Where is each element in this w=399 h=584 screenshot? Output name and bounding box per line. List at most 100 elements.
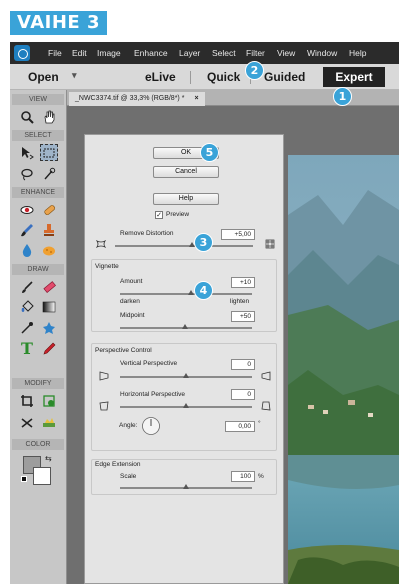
- menu-help[interactable]: Help: [349, 48, 366, 58]
- step-badge-1: 1: [333, 87, 352, 106]
- midpoint-label: Midpoint: [120, 312, 145, 319]
- menu-bar: File Edit Image Enhance Layer Select Fil…: [10, 42, 399, 64]
- horizontal-perspective-input[interactable]: 0: [231, 389, 255, 400]
- section-modify: MODIFY: [12, 378, 64, 389]
- lasso-tool-icon[interactable]: [18, 165, 36, 182]
- vertical-perspective-left-icon: [99, 371, 109, 381]
- vertical-perspective-slider[interactable]: [120, 373, 252, 378]
- midpoint-slider[interactable]: [120, 324, 252, 329]
- menu-filter[interactable]: Filter: [246, 48, 265, 58]
- step-badge-4: 4: [194, 281, 213, 300]
- edge-extension-title: Edge Extension: [95, 461, 141, 468]
- menu-enhance[interactable]: Enhance: [134, 48, 168, 58]
- angle-input[interactable]: 0,00: [225, 421, 255, 432]
- move-tool-icon[interactable]: [18, 144, 36, 161]
- horizontal-perspective-slider[interactable]: [120, 403, 252, 408]
- mode-expert[interactable]: Expert: [323, 67, 385, 87]
- horizontal-perspective-right-icon: [261, 401, 271, 411]
- open-dropdown-icon[interactable]: ▾: [72, 70, 77, 81]
- slider-thumb[interactable]: [183, 373, 189, 378]
- color-picker-tool-icon[interactable]: [18, 319, 36, 336]
- vertical-perspective-label: Vertical Perspective: [120, 360, 178, 367]
- section-draw: DRAW: [12, 264, 64, 275]
- scale-label: Scale: [120, 473, 137, 480]
- app-logo-icon[interactable]: [14, 45, 30, 61]
- menu-window[interactable]: Window: [307, 48, 337, 58]
- background-color-swatch[interactable]: [33, 467, 51, 485]
- tool-panel: VIEW SELECT ENHANCE DRAW T MODIFY COLOR …: [10, 90, 67, 584]
- amount-label: Amount: [120, 278, 143, 285]
- sponge-tool-icon[interactable]: [40, 241, 58, 258]
- red-eye-tool-icon[interactable]: [18, 201, 36, 218]
- open-button[interactable]: Open: [28, 70, 59, 84]
- angle-dial-icon[interactable]: [141, 416, 161, 436]
- menu-layer[interactable]: Layer: [179, 48, 200, 58]
- type-tool-icon[interactable]: T: [18, 339, 36, 358]
- document-tab-title: _NWC3374.tif @ 33,3% (RGB/8*) *: [75, 95, 185, 102]
- menu-edit[interactable]: Edit: [72, 48, 87, 58]
- remove-distortion-slider[interactable]: [115, 242, 253, 247]
- help-button[interactable]: Help: [153, 193, 219, 205]
- content-aware-move-tool-icon[interactable]: [18, 413, 36, 430]
- slider-thumb[interactable]: [182, 324, 188, 329]
- vignette-title: Vignette: [95, 263, 119, 270]
- slider-thumb[interactable]: [183, 484, 189, 489]
- gradient-tool-icon[interactable]: [40, 298, 58, 315]
- default-colors-icon[interactable]: [21, 476, 27, 482]
- paint-bucket-tool-icon[interactable]: [18, 298, 36, 315]
- percent-symbol: %: [258, 473, 264, 480]
- straighten-tool-icon[interactable]: [40, 413, 58, 430]
- section-select: SELECT: [12, 130, 64, 141]
- clone-stamp-tool-icon[interactable]: [40, 221, 58, 238]
- remove-distortion-label: Remove Distortion: [120, 230, 174, 237]
- brush-tool-icon[interactable]: [18, 278, 36, 295]
- mode-divider: [190, 71, 191, 84]
- smart-brush-tool-icon[interactable]: [18, 221, 36, 238]
- horizontal-perspective-left-icon: [99, 401, 109, 411]
- quick-selection-tool-icon[interactable]: [40, 165, 58, 182]
- mode-elive[interactable]: eLive: [145, 70, 176, 84]
- crop-tool-icon[interactable]: [18, 392, 36, 409]
- camera-distortion-dialog: OK Cancel Help ✓ Preview Remove Distorti…: [84, 134, 284, 584]
- menu-image[interactable]: Image: [97, 48, 121, 58]
- pincushion-icon: [96, 240, 106, 248]
- mode-quick[interactable]: Quick: [207, 70, 240, 84]
- step-badge-3: 3: [194, 233, 213, 252]
- horizontal-perspective-label: Horizontal Perspective: [120, 391, 186, 398]
- hand-tool-icon[interactable]: [40, 108, 58, 125]
- swap-colors-icon[interactable]: ⇆: [45, 454, 52, 463]
- document-tab[interactable]: _NWC3374.tif @ 33,3% (RGB/8*) * ×: [69, 92, 205, 106]
- step-badge-2: 2: [245, 61, 264, 80]
- amount-slider[interactable]: [120, 290, 252, 295]
- angle-label: Angle:: [119, 422, 138, 429]
- custom-shape-tool-icon[interactable]: [40, 319, 58, 336]
- darken-label: darken: [120, 298, 140, 305]
- scale-slider[interactable]: [120, 484, 252, 489]
- marquee-tool-icon[interactable]: [40, 144, 58, 161]
- menu-file[interactable]: File: [48, 48, 62, 58]
- cancel-button[interactable]: Cancel: [153, 166, 219, 178]
- pencil-tool-icon[interactable]: [40, 340, 58, 357]
- mode-guided[interactable]: Guided: [264, 70, 305, 84]
- section-color: COLOR: [12, 439, 64, 450]
- step-label: VAIHE 3: [10, 11, 107, 35]
- perspective-title: Perspective Control: [95, 347, 152, 354]
- blur-tool-icon[interactable]: [18, 241, 36, 258]
- menu-view[interactable]: View: [277, 48, 295, 58]
- scale-input[interactable]: 100: [231, 471, 255, 482]
- eraser-tool-icon[interactable]: [40, 278, 58, 295]
- photo-preview[interactable]: [288, 155, 399, 584]
- vertical-perspective-input[interactable]: 0: [231, 359, 255, 370]
- degree-symbol: °: [258, 420, 261, 427]
- preview-checkbox[interactable]: ✓: [155, 211, 163, 219]
- amount-input[interactable]: +10: [231, 277, 255, 288]
- step-badge-5: 5: [200, 143, 219, 162]
- slider-thumb[interactable]: [183, 403, 189, 408]
- remove-distortion-input[interactable]: +5,00: [221, 229, 255, 240]
- healing-brush-tool-icon[interactable]: [40, 201, 58, 218]
- menu-select[interactable]: Select: [212, 48, 236, 58]
- close-tab-icon[interactable]: ×: [194, 95, 198, 102]
- recompose-tool-icon[interactable]: [40, 392, 58, 409]
- zoom-tool-icon[interactable]: [18, 108, 36, 125]
- midpoint-input[interactable]: +50: [231, 311, 255, 322]
